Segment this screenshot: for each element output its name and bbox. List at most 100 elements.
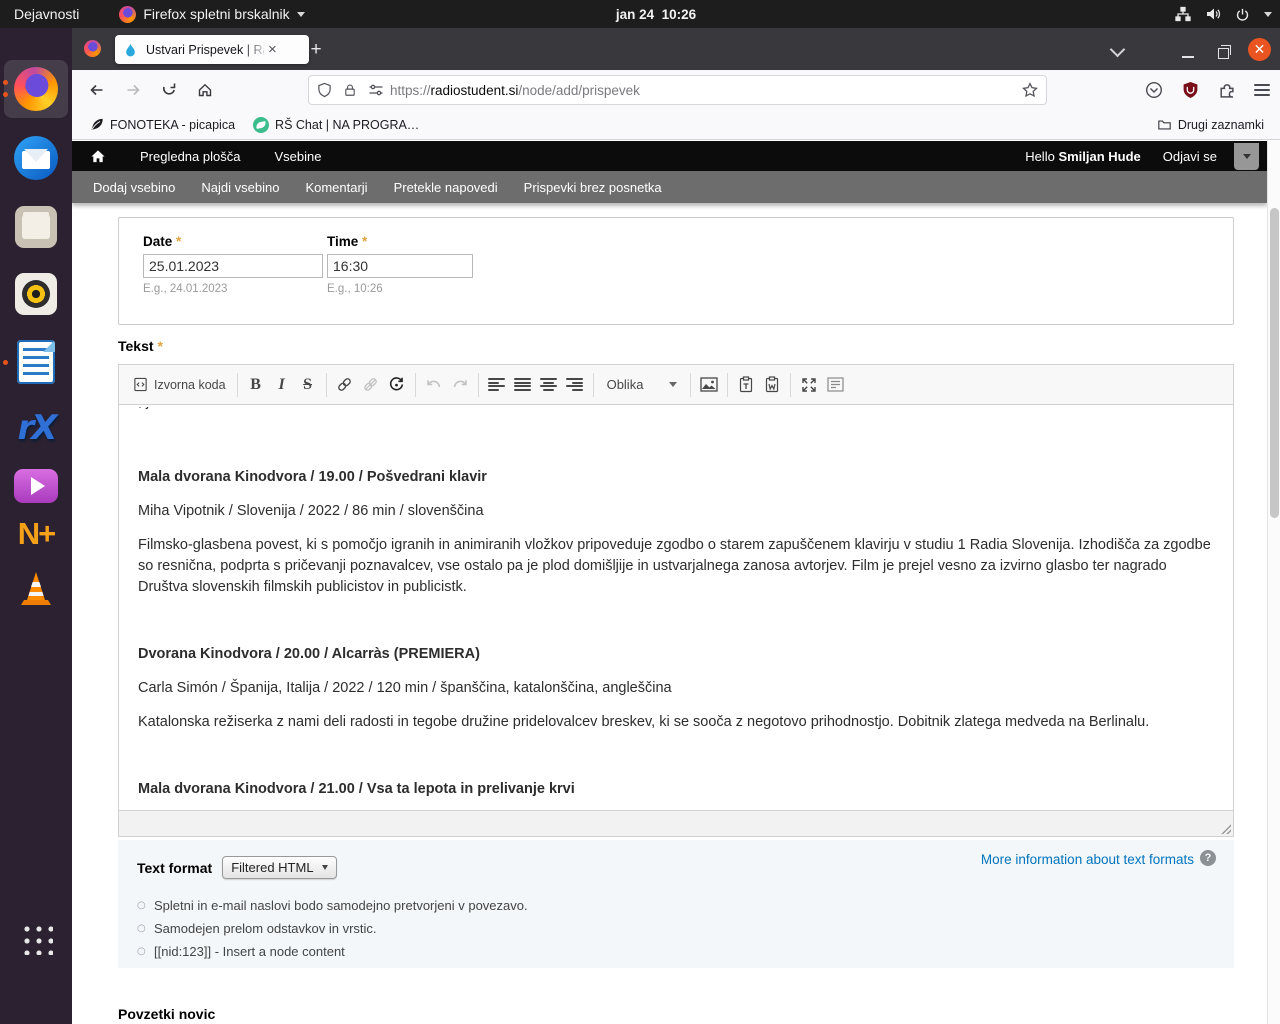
paste-word-button[interactable] <box>759 372 785 398</box>
back-button[interactable] <box>82 76 110 104</box>
other-bookmarks-button[interactable]: Drugi zaznamki <box>1157 118 1264 132</box>
unlink-button[interactable] <box>358 372 384 398</box>
bookmark-item[interactable]: RŠ Chat | NA PROGRA… <box>253 116 419 133</box>
shortcut-comments[interactable]: Komentarji <box>305 180 367 195</box>
show-blocks-button[interactable] <box>822 372 848 398</box>
dock-item-media-player[interactable] <box>14 464 58 508</box>
editor-paragraph: Mala dvorana Kinodvora / 19.00 / Pošvedr… <box>138 469 487 485</box>
bookmark-label: FONOTEKA - picapica <box>110 117 236 132</box>
dock-item-rx[interactable]: rX <box>14 406 58 450</box>
url-bar[interactable]: https:// radiostudent.si /node/add/prisp… <box>308 75 1047 105</box>
app-menu-label: Firefox spletni brskalnik <box>143 6 290 22</box>
editor-paragraph: Filmsko-glasbena povest, ki s pomočjo ig… <box>138 537 1211 595</box>
text-format-label: Text format <box>137 859 213 876</box>
image-button[interactable] <box>696 372 722 398</box>
admin-menu-dashboard[interactable]: Pregledna plošča <box>140 149 240 164</box>
paste-text-button[interactable] <box>733 372 759 398</box>
volume-icon[interactable] <box>1205 6 1221 22</box>
paragraph-format-dropdown[interactable]: Oblika <box>599 377 686 392</box>
more-info-link[interactable]: More information about text formats <box>981 852 1194 867</box>
restore-button[interactable] <box>1218 45 1231 59</box>
toolbar-separator <box>790 372 792 397</box>
pocket-icon[interactable] <box>1145 81 1163 99</box>
time-input[interactable] <box>327 254 473 278</box>
close-button[interactable]: ✕ <box>1248 38 1271 61</box>
toolbar-orientation-toggle[interactable] <box>1234 143 1259 170</box>
help-icon[interactable]: ? <box>1200 850 1216 866</box>
bold-button[interactable]: B <box>243 372 269 398</box>
editor-content-area[interactable]: , j Mala dvorana Kinodvora / 19.00 / Poš… <box>119 405 1233 810</box>
link-button[interactable] <box>332 372 358 398</box>
permissions-icon[interactable] <box>368 82 384 98</box>
page-scrollbar[interactable] <box>1267 140 1280 1024</box>
maximize-button[interactable] <box>796 372 822 398</box>
dock-item-libreoffice-writer[interactable] <box>14 340 58 384</box>
dock-item-vlc[interactable] <box>14 566 58 610</box>
bookmark-star-icon[interactable] <box>1022 82 1038 98</box>
resize-handle[interactable] <box>1220 823 1231 834</box>
ublock-origin-icon[interactable] <box>1182 81 1199 99</box>
minimize-button[interactable] <box>1182 56 1194 58</box>
firefox-window: Ustvari Prispevek | Radio × + ✕ <box>72 28 1280 1024</box>
dock-item-nplus[interactable]: N+ <box>14 512 58 556</box>
filter-tips-list: Spletni in e-mail naslovi bodo samodejno… <box>137 899 1215 958</box>
date-input[interactable] <box>143 254 323 278</box>
italic-button[interactable]: I <box>269 372 295 398</box>
active-tab[interactable]: Ustvari Prispevek | Radio × <box>115 35 309 64</box>
network-icon[interactable] <box>1175 6 1191 22</box>
admin-home-button[interactable] <box>90 149 106 164</box>
firefox-view-button[interactable] <box>84 40 101 57</box>
dock-item-firefox[interactable] <box>14 67 58 111</box>
running-indicator-dot <box>3 92 8 97</box>
greeting-text: Hello Smiljan Hude <box>1025 149 1141 164</box>
strikethrough-button[interactable]: S <box>295 372 321 398</box>
menu-hamburger-icon[interactable] <box>1254 84 1270 96</box>
bookmarks-toolbar: FONOTEKA - picapica RŠ Chat | NA PROGRA…… <box>72 110 1280 140</box>
tab-list-chevron-icon[interactable] <box>1109 41 1126 58</box>
scrollbar-thumb[interactable] <box>1270 208 1279 518</box>
forward-button[interactable] <box>119 76 147 104</box>
date-time-fieldset: Date * E.g., 24.01.2023 Time * E.g., 10:… <box>118 217 1234 325</box>
shortcut-posts-without-recording[interactable]: Prispevki brez posnetka <box>524 180 662 195</box>
redo-button[interactable] <box>447 372 473 398</box>
clock[interactable]: jan 24 10:26 <box>616 7 696 22</box>
align-center-button[interactable] <box>536 372 562 398</box>
reload-button[interactable] <box>155 76 183 104</box>
editor-paragraph: Miha Vipotnik / Slovenija / 2022 / 86 mi… <box>138 503 484 519</box>
logout-link[interactable]: Odjavi se <box>1163 149 1217 164</box>
dock-item-rhythmbox[interactable] <box>14 272 58 316</box>
justify-button[interactable] <box>510 372 536 398</box>
bookmark-item[interactable]: FONOTEKA - picapica <box>90 117 235 132</box>
align-right-button[interactable] <box>562 372 588 398</box>
shortcut-add-content[interactable]: Dodaj vsebino <box>93 180 175 195</box>
required-marker: * <box>157 338 163 354</box>
new-tab-button[interactable]: + <box>304 38 328 62</box>
home-button[interactable] <box>191 76 219 104</box>
app-menu[interactable]: Firefox spletni brskalnik <box>119 5 305 23</box>
unlink-icon <box>364 378 377 391</box>
tracking-protection-shield-icon[interactable] <box>317 82 332 98</box>
dock-item-files[interactable] <box>14 205 58 249</box>
align-left-button[interactable] <box>484 372 510 398</box>
shortcut-find-content[interactable]: Najdi vsebino <box>201 180 279 195</box>
source-button[interactable]: Izvorna koda <box>127 372 232 398</box>
dock-item-thunderbird[interactable] <box>14 136 58 180</box>
text-format-select[interactable]: Filtered HTML <box>222 856 337 879</box>
quill-icon <box>91 118 103 130</box>
activities-button[interactable]: Dejavnosti <box>0 0 93 28</box>
lock-icon[interactable] <box>343 82 357 98</box>
toolbar-separator <box>690 372 692 397</box>
power-icon[interactable] <box>1235 7 1250 22</box>
paste-text-icon <box>740 376 753 393</box>
running-indicator-dot <box>3 80 8 85</box>
shortcut-past-announcements[interactable]: Pretekle napovedi <box>394 180 498 195</box>
system-menu-chevron-icon[interactable] <box>1264 11 1272 17</box>
page-viewport: Pregledna plošča Vsebine Hello Smiljan H… <box>72 140 1267 1024</box>
circular-arrow-icon <box>389 377 404 391</box>
extensions-puzzle-icon[interactable] <box>1218 82 1235 99</box>
show-applications-button[interactable] <box>14 916 58 960</box>
undo-button[interactable] <box>421 372 447 398</box>
chat-icon <box>253 116 270 133</box>
anchor-button[interactable] <box>384 372 410 398</box>
admin-menu-content[interactable]: Vsebine <box>274 149 321 164</box>
